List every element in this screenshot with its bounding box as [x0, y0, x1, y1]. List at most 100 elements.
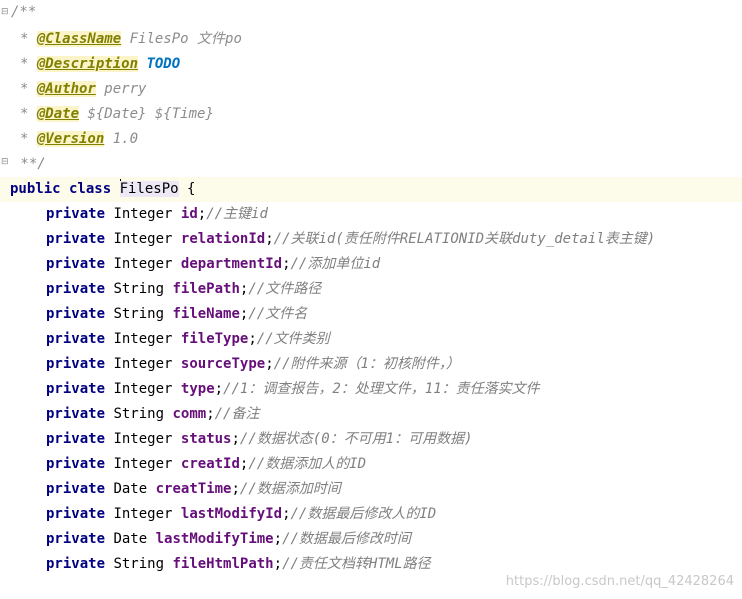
- semicolon: ;: [231, 481, 240, 497]
- watermark: https://blog.csdn.net/qq_42428264: [505, 574, 734, 589]
- field-comment: //数据最后修改时间: [282, 531, 411, 547]
- classname-value: FilesPo 文件po: [121, 31, 242, 47]
- field-line[interactable]: private Integer departmentId;//添加单位id: [0, 252, 742, 277]
- field-modifier: private: [46, 206, 106, 222]
- field-modifier: private: [46, 531, 106, 547]
- javadoc-author-line[interactable]: * @Author perry: [0, 77, 742, 102]
- field-type: String: [113, 556, 165, 572]
- javadoc-star: *: [20, 81, 37, 97]
- javadoc-classname-line[interactable]: * @ClassName FilesPo 文件po: [0, 27, 742, 52]
- field-name[interactable]: creatTime: [156, 481, 232, 497]
- date-tag: @Date: [36, 106, 80, 122]
- semicolon: ;: [282, 256, 291, 272]
- field-name[interactable]: fileType: [181, 331, 248, 347]
- semicolon: ;: [273, 531, 283, 547]
- field-name[interactable]: lastModifyTime: [156, 531, 274, 547]
- author-tag: @Author: [36, 81, 96, 97]
- field-type: Integer: [113, 331, 173, 347]
- field-name[interactable]: filePath: [172, 281, 239, 297]
- semicolon: ;: [273, 556, 283, 572]
- classname-tag: @ClassName: [36, 31, 122, 47]
- version-tag: @Version: [36, 131, 105, 147]
- field-modifier: private: [46, 456, 106, 472]
- field-line[interactable]: private Integer relationId;//关联id(责任附件RE…: [0, 227, 742, 252]
- field-type: Integer: [113, 456, 173, 472]
- semicolon: ;: [197, 206, 207, 222]
- field-modifier: private: [46, 306, 106, 322]
- version-value: 1.0: [104, 131, 139, 147]
- field-name[interactable]: sourceType: [181, 356, 265, 372]
- field-line[interactable]: private Integer sourceType;//附件来源（1：初核附件…: [0, 352, 742, 377]
- date-value: ${Date} ${Time}: [79, 106, 214, 122]
- field-comment: //文件类别: [256, 331, 330, 347]
- field-comment: //添加单位id: [290, 256, 381, 272]
- javadoc-close-line[interactable]: **/: [0, 152, 742, 177]
- field-name[interactable]: fileName: [172, 306, 239, 322]
- javadoc-star: *: [20, 56, 37, 72]
- field-modifier: private: [46, 481, 106, 497]
- field-name[interactable]: departmentId: [181, 256, 282, 272]
- field-line[interactable]: private String comm;//备注: [0, 402, 742, 427]
- field-type: Date: [113, 481, 148, 497]
- javadoc-version-line[interactable]: * @Version 1.0: [0, 127, 742, 152]
- field-name[interactable]: type: [181, 381, 215, 397]
- field-modifier: private: [46, 381, 106, 397]
- field-comment: //数据最后修改人的ID: [290, 506, 437, 522]
- field-modifier: private: [46, 506, 106, 522]
- field-type: Date: [113, 531, 148, 547]
- field-line[interactable]: private Integer status;//数据状态(0：不可用1：可用数…: [0, 427, 742, 452]
- field-modifier: private: [46, 556, 106, 572]
- class-brace: {: [178, 181, 196, 197]
- class-declaration-line[interactable]: public class FilesPo {: [0, 177, 742, 202]
- field-modifier: private: [46, 406, 106, 422]
- javadoc-open-line[interactable]: /**: [0, 0, 742, 25]
- field-comment: //文件名: [248, 306, 308, 322]
- field-type: Integer: [113, 256, 173, 272]
- field-line[interactable]: private String fileName;//文件名: [0, 302, 742, 327]
- field-line[interactable]: private Date creatTime;//数据添加时间: [0, 477, 742, 502]
- field-comment: //附件来源（1：初核附件，）: [273, 356, 460, 372]
- field-type: Integer: [113, 431, 173, 447]
- field-type: Integer: [113, 206, 173, 222]
- field-line[interactable]: private Integer lastModifyId;//数据最后修改人的I…: [0, 502, 742, 527]
- semicolon: ;: [265, 356, 274, 372]
- javadoc-date-line[interactable]: * @Date ${Date} ${Time}: [0, 102, 742, 127]
- javadoc-open: /**: [11, 4, 37, 20]
- field-name[interactable]: comm: [172, 406, 206, 422]
- semicolon: ;: [214, 381, 224, 397]
- field-name[interactable]: id: [181, 206, 198, 222]
- field-name[interactable]: status: [181, 431, 232, 447]
- description-tag: @Description: [36, 56, 139, 72]
- field-line[interactable]: private Integer fileType;//文件类别: [0, 327, 742, 352]
- semicolon: ;: [231, 431, 240, 447]
- field-modifier: private: [46, 281, 106, 297]
- field-comment: //主键id: [206, 206, 268, 222]
- field-type: Integer: [113, 231, 173, 247]
- semicolon: ;: [282, 506, 291, 522]
- semicolon: ;: [206, 406, 215, 422]
- field-line[interactable]: private Date lastModifyTime;//数据最后修改时间: [0, 527, 742, 552]
- semicolon: ;: [265, 231, 274, 247]
- semicolon: ;: [248, 331, 257, 347]
- field-line[interactable]: private Integer type;//1：调查报告，2：处理文件，11：…: [0, 377, 742, 402]
- field-line[interactable]: private String filePath;//文件路径: [0, 277, 742, 302]
- javadoc-star: *: [20, 31, 37, 47]
- field-modifier: private: [46, 431, 106, 447]
- javadoc-close: **/: [12, 156, 46, 172]
- field-type: String: [113, 406, 165, 422]
- field-name[interactable]: lastModifyId: [181, 506, 282, 522]
- field-name[interactable]: creatId: [181, 456, 240, 472]
- javadoc-description-line[interactable]: * @Description TODO: [0, 52, 742, 77]
- javadoc-star: *: [20, 131, 37, 147]
- field-name[interactable]: relationId: [181, 231, 265, 247]
- field-modifier: private: [46, 331, 106, 347]
- field-line[interactable]: private Integer creatId;//数据添加人的ID: [0, 452, 742, 477]
- code-editor[interactable]: ⊟ ⊟ /** * @ClassName FilesPo 文件po * @Des…: [0, 0, 742, 599]
- field-modifier: private: [46, 231, 106, 247]
- field-type: Integer: [113, 381, 173, 397]
- field-name[interactable]: fileHtmlPath: [172, 556, 273, 572]
- field-comment: //数据添加人的ID: [248, 456, 367, 472]
- class-name[interactable]: FilesPo: [119, 181, 179, 197]
- field-comment: //1：调查报告，2：处理文件，11：责任落实文件: [223, 381, 540, 397]
- field-line[interactable]: private Integer id;//主键id: [0, 202, 742, 227]
